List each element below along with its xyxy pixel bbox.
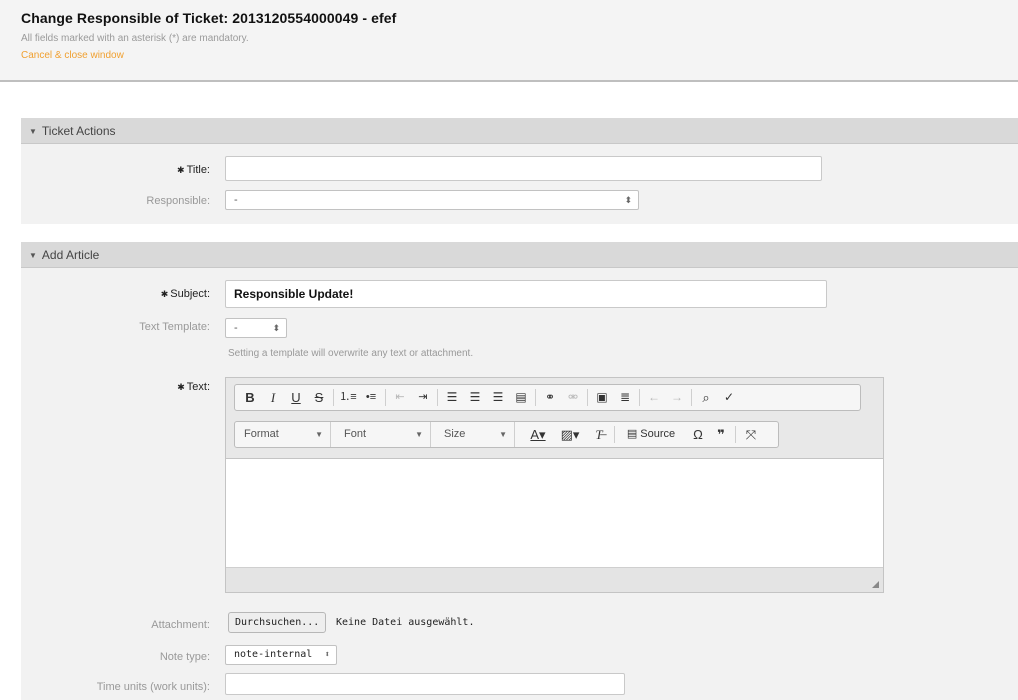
toolbar-row-2: Format ▼ Font ▼ Size ▼ A▾ ▨▾ T̶ ▤ Source Ω … — [234, 421, 779, 448]
chevron-down-icon: ▼ — [499, 430, 507, 439]
toolbar-separator — [535, 389, 536, 406]
outdent-icon[interactable]: ⇤ — [389, 385, 411, 410]
font-label: Font — [344, 428, 367, 440]
no-file-text: Keine Datei ausgewählt. — [336, 617, 475, 628]
responsible-select[interactable]: - ⬍ — [225, 190, 639, 210]
undo-icon[interactable]: ← — [643, 385, 665, 410]
horizontal-rule-icon[interactable]: ≣ — [614, 385, 636, 410]
responsible-label: Responsible: — [146, 195, 210, 207]
asterisk-icon: ✱ — [177, 165, 185, 175]
ticket-actions-header[interactable]: ▼ Ticket Actions — [21, 118, 1018, 144]
text-label: ✱ Text: — [177, 381, 210, 393]
stepper-arrows-icon: ⬍ — [324, 650, 330, 660]
stepper-arrows-icon: ⬍ — [272, 323, 280, 333]
toolbar-separator — [437, 389, 438, 406]
strikethrough-icon[interactable]: S — [308, 385, 330, 410]
blockquote-icon[interactable]: ❞ — [710, 422, 732, 447]
subject-label: ✱ Subject: — [160, 288, 210, 300]
align-left-icon[interactable]: ☰ — [441, 385, 463, 410]
asterisk-icon: ✱ — [177, 382, 185, 392]
template-hint: Setting a template will overwrite any te… — [228, 348, 474, 359]
text-color-icon[interactable]: A▾ — [523, 422, 553, 447]
search-icon[interactable]: ⌕ — [695, 385, 717, 410]
maximize-icon[interactable]: ⤧ — [740, 422, 762, 447]
editor-footer — [226, 567, 883, 592]
note-type-value: note-internal — [234, 649, 313, 660]
redo-icon[interactable]: → — [666, 385, 688, 410]
add-article-heading: Add Article — [41, 248, 100, 262]
cancel-close-link[interactable]: Cancel & close window — [21, 50, 124, 61]
text-template-value: - — [234, 322, 238, 334]
text-template-select[interactable]: - ⬍ — [225, 318, 287, 338]
title-input[interactable] — [225, 156, 822, 181]
toolbar-separator — [639, 389, 640, 406]
triangle-down-icon: ▼ — [29, 127, 37, 136]
time-units-input[interactable] — [225, 673, 625, 695]
ticket-actions-heading: Ticket Actions — [41, 124, 116, 138]
source-icon: ▤ — [626, 428, 638, 440]
toolbar-separator — [614, 426, 615, 443]
dialog-header: Change Responsible of Ticket: 2013120554… — [0, 0, 1018, 82]
source-button[interactable]: ▤ Source — [618, 422, 684, 447]
justify-icon[interactable]: ▤ — [510, 385, 532, 410]
browse-button[interactable]: Durchsuchen... — [228, 612, 327, 633]
asterisk-icon: ✱ — [160, 289, 169, 299]
editor-toolbar: B I U S ⒈≡ •≡ ⇤ ⇥ ☰ ☰ ☰ ▤ ⚭ ⚮ ▣ ≣ ← → ⌕ — [226, 378, 883, 459]
chevron-down-icon: ▼ — [315, 430, 323, 439]
note-type-label: Note type: — [159, 651, 210, 663]
background-color-icon[interactable]: ▨▾ — [555, 422, 585, 447]
triangle-down-icon: ▼ — [29, 251, 37, 260]
stepper-arrows-icon: ⬍ — [624, 195, 632, 205]
toolbar-row-1: B I U S ⒈≡ •≡ ⇤ ⇥ ☰ ☰ ☰ ▤ ⚭ ⚮ ▣ ≣ ← → ⌕ — [234, 384, 861, 411]
toolbar-separator — [333, 389, 334, 406]
bold-icon[interactable]: B — [239, 385, 261, 410]
indent-icon[interactable]: ⇥ — [412, 385, 434, 410]
image-icon[interactable]: ▣ — [591, 385, 613, 410]
editor-content-area[interactable] — [226, 459, 883, 567]
format-label: Format — [244, 428, 279, 440]
align-center-icon[interactable]: ☰ — [464, 385, 486, 410]
spellcheck-icon[interactable]: ✓ — [718, 385, 740, 410]
add-article-header[interactable]: ▼ Add Article — [21, 242, 1018, 268]
size-dropdown[interactable]: Size ▼ — [435, 422, 515, 447]
link-icon[interactable]: ⚭ — [539, 385, 561, 410]
attachment-label: Attachment: — [151, 619, 210, 631]
font-dropdown[interactable]: Font ▼ — [335, 422, 431, 447]
resize-handle-icon[interactable] — [872, 581, 879, 588]
title-label: ✱ Title: — [177, 164, 210, 176]
bulleted-list-icon[interactable]: •≡ — [360, 385, 382, 410]
format-dropdown[interactable]: Format ▼ — [235, 422, 331, 447]
toolbar-separator — [587, 389, 588, 406]
numbered-list-icon[interactable]: ⒈≡ — [337, 385, 359, 410]
note-type-select[interactable]: note-internal ⬍ — [225, 645, 337, 665]
toolbar-separator — [735, 426, 736, 443]
remove-format-icon[interactable]: T̶ — [588, 422, 610, 447]
special-char-icon[interactable]: Ω — [687, 422, 709, 447]
size-label: Size — [444, 428, 466, 440]
mandatory-note: All fields marked with an asterisk (*) a… — [21, 33, 249, 44]
align-right-icon[interactable]: ☰ — [487, 385, 509, 410]
source-label: Source — [640, 428, 676, 440]
subject-input[interactable] — [225, 280, 827, 308]
page-title: Change Responsible of Ticket: 2013120554… — [21, 10, 397, 26]
unlink-icon[interactable]: ⚮ — [562, 385, 584, 410]
underline-icon[interactable]: U — [285, 385, 307, 410]
rich-text-editor: B I U S ⒈≡ •≡ ⇤ ⇥ ☰ ☰ ☰ ▤ ⚭ ⚮ ▣ ≣ ← → ⌕ — [225, 377, 884, 593]
text-template-label: Text Template: — [139, 321, 210, 333]
italic-icon[interactable]: I — [262, 385, 284, 410]
toolbar-separator — [385, 389, 386, 406]
toolbar-separator — [691, 389, 692, 406]
chevron-down-icon: ▼ — [415, 430, 423, 439]
responsible-value: - — [234, 194, 238, 206]
time-units-label: Time units (work units): — [96, 681, 210, 693]
